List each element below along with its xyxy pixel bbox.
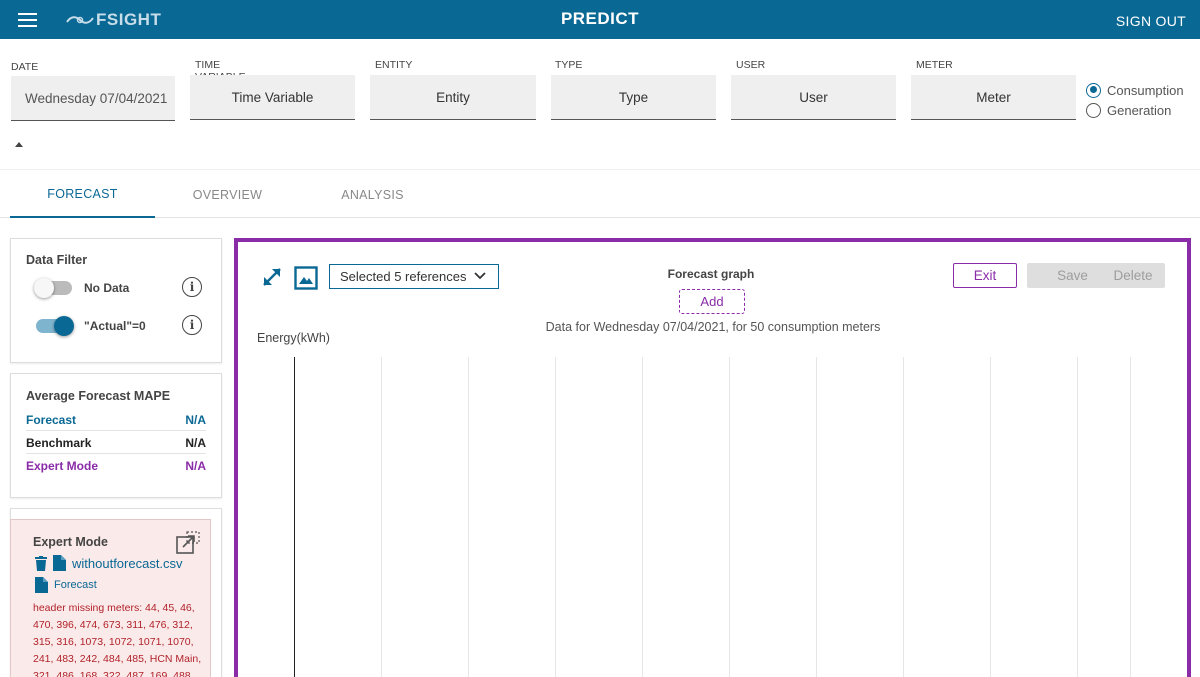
file-icon — [53, 555, 66, 571]
meter-select[interactable]: Meter — [911, 75, 1076, 120]
exit-button[interactable]: Exit — [953, 263, 1017, 288]
forecast-plot-area — [294, 357, 1131, 677]
file-name-link[interactable]: withoutforecast.csv — [72, 556, 183, 571]
info-icon[interactable]: i — [182, 315, 202, 335]
mape-value: N/A — [185, 459, 206, 473]
expand-icon[interactable] — [262, 267, 282, 287]
mape-panel: Average Forecast MAPE Forecast N/A Bench… — [10, 373, 222, 498]
open-external-icon[interactable] — [175, 531, 201, 555]
add-button[interactable]: Add — [679, 289, 745, 314]
actual-zero-label: "Actual"=0 — [84, 319, 146, 333]
missing-meters-message: header missing meters: 44, 45, 46, 470, … — [33, 602, 202, 677]
type-label: TYPE — [555, 59, 583, 71]
graph-title: Forecast graph — [667, 267, 755, 281]
chevron-down-icon — [474, 272, 486, 280]
date-label: DATE — [11, 61, 39, 73]
consumption-radio[interactable]: Consumption — [1086, 80, 1184, 100]
app-title: PREDICT — [560, 9, 640, 28]
y-axis-label: Energy(kWh) — [257, 331, 330, 345]
collapse-filters-icon[interactable] — [15, 142, 23, 147]
user-label: USER — [736, 59, 766, 71]
forecast-graph-panel: Selected 5 references Forecast graph Add… — [234, 238, 1191, 677]
radio-unselected-icon — [1086, 102, 1101, 118]
mape-title: Average Forecast MAPE — [26, 389, 171, 403]
mape-row-forecast: Forecast N/A — [26, 409, 206, 431]
sign-out-button[interactable]: SIGN OUT — [1116, 13, 1186, 29]
time-variable-select[interactable]: Time Variable — [190, 75, 355, 120]
consumption-label: Consumption — [1107, 82, 1184, 98]
entity-label: ENTITY — [375, 59, 413, 71]
expert-mode-title: Expert Mode — [33, 535, 109, 549]
no-data-toggle-row: No Data — [34, 278, 130, 298]
data-filter-title: Data Filter — [26, 253, 88, 267]
tab-analysis[interactable]: ANALYSIS — [300, 171, 445, 218]
mape-row-expert-mode: Expert Mode N/A — [26, 455, 206, 477]
actual-zero-toggle[interactable] — [36, 316, 74, 336]
filter-bar: DATE Wednesday 07/04/2021 TIME VARIABLE … — [0, 39, 1200, 170]
actual-zero-toggle-row: "Actual"=0 — [36, 316, 146, 336]
vertical-gridlines — [381, 357, 1131, 677]
data-filter-panel: Data Filter No Data i "Actual"=0 i — [10, 238, 222, 363]
mape-row-benchmark: Benchmark N/A — [26, 432, 206, 454]
mape-value: N/A — [185, 412, 206, 427]
references-select-value: Selected 5 references — [340, 269, 467, 284]
forecast-file-row: Forecast — [35, 577, 97, 593]
forecast-link[interactable]: Forecast — [54, 579, 97, 591]
mape-label: Benchmark — [26, 435, 92, 450]
expert-mode-box: Expert Mode withoutforecast.csv Forecast… — [10, 519, 211, 677]
entity-select[interactable]: Entity — [370, 75, 536, 120]
type-select[interactable]: Type — [551, 75, 716, 120]
tab-forecast[interactable]: FORECAST — [10, 171, 155, 218]
top-app-bar: FSIGHT PREDICT SIGN OUT — [0, 0, 1200, 39]
tab-overview[interactable]: OVERVIEW — [155, 171, 300, 218]
generation-label: Generation — [1107, 102, 1172, 118]
trash-icon[interactable] — [35, 555, 47, 571]
meter-label: METER — [916, 59, 953, 71]
graph-subtitle: Data for Wednesday 07/04/2021, for 50 co… — [545, 320, 881, 334]
references-select[interactable]: Selected 5 references — [329, 264, 499, 289]
mode-radio-group: Consumption Generation — [1086, 80, 1184, 120]
mape-value: N/A — [185, 435, 206, 450]
no-data-toggle[interactable] — [34, 278, 72, 298]
radio-selected-icon — [1086, 82, 1101, 98]
file-icon — [35, 577, 48, 593]
mape-label: Expert Mode — [26, 459, 99, 473]
mape-label: Forecast — [26, 412, 77, 427]
date-input[interactable]: Wednesday 07/04/2021 — [11, 76, 175, 121]
generation-radio[interactable]: Generation — [1086, 100, 1184, 120]
image-export-icon[interactable] — [294, 266, 318, 290]
uploaded-file-row: withoutforecast.csv — [35, 555, 183, 571]
tab-bar: FORECAST OVERVIEW ANALYSIS — [0, 171, 1200, 218]
user-select[interactable]: User — [731, 75, 896, 120]
no-data-label: No Data — [84, 281, 130, 295]
delete-button[interactable]: Delete — [1101, 263, 1165, 288]
info-icon[interactable]: i — [182, 277, 202, 297]
